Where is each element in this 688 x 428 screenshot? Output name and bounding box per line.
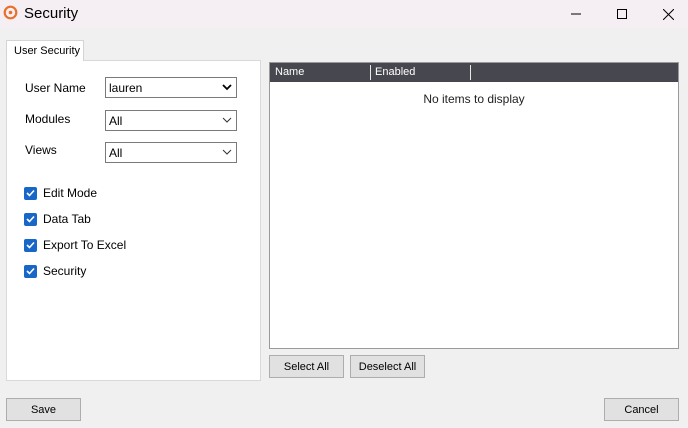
close-icon xyxy=(662,8,674,20)
views-value: All xyxy=(109,146,123,160)
user-name-dropdown[interactable]: lauren xyxy=(105,77,237,98)
chevron-down-icon xyxy=(222,117,232,123)
edit-mode-label: Edit Mode xyxy=(43,186,98,200)
list-header: Name Enabled xyxy=(270,63,678,82)
close-button[interactable] xyxy=(645,0,688,28)
edit-mode-checkbox[interactable]: Edit Mode xyxy=(24,186,97,200)
check-icon xyxy=(24,264,37,278)
modules-value: All xyxy=(109,114,123,128)
column-header-name[interactable]: Name xyxy=(275,66,304,78)
cancel-button[interactable]: Cancel xyxy=(604,398,679,421)
export-to-excel-label: Export To Excel xyxy=(43,238,127,252)
maximize-button[interactable] xyxy=(599,0,645,28)
chevron-down-icon xyxy=(222,149,232,155)
select-all-button[interactable]: Select All xyxy=(269,355,344,378)
data-tab-label: Data Tab xyxy=(43,212,91,226)
views-dropdown[interactable]: All xyxy=(105,142,237,163)
minimize-icon xyxy=(571,13,581,15)
permissions-list[interactable]: Name Enabled No items to display xyxy=(269,62,679,349)
views-label: Views xyxy=(25,143,57,157)
check-icon xyxy=(24,212,37,226)
user-name-value: lauren xyxy=(109,81,143,95)
user-name-label: User Name xyxy=(25,81,86,95)
security-label: Security xyxy=(43,264,87,278)
data-tab-checkbox[interactable]: Data Tab xyxy=(24,212,91,226)
export-to-excel-checkbox[interactable]: Export To Excel xyxy=(24,238,126,252)
empty-list-message: No items to display xyxy=(423,92,525,106)
orange-ring-icon xyxy=(3,5,18,20)
window-title: Security xyxy=(24,5,79,22)
column-divider[interactable] xyxy=(370,65,371,80)
tab-label: User Security xyxy=(14,45,81,57)
check-icon xyxy=(24,238,37,252)
save-button[interactable]: Save xyxy=(6,398,81,421)
title-bar[interactable]: Security xyxy=(0,0,688,28)
minimize-button[interactable] xyxy=(553,0,599,28)
modules-dropdown[interactable]: All xyxy=(105,110,237,131)
tab-user-security[interactable]: User Security xyxy=(6,40,84,61)
deselect-all-button[interactable]: Deselect All xyxy=(350,355,425,378)
column-divider[interactable] xyxy=(470,65,471,80)
chevron-down-icon xyxy=(222,84,232,91)
security-checkbox[interactable]: Security xyxy=(24,264,86,278)
column-header-enabled[interactable]: Enabled xyxy=(375,66,415,78)
modules-label: Modules xyxy=(25,112,71,126)
check-icon xyxy=(24,186,37,200)
maximize-icon xyxy=(617,9,627,19)
